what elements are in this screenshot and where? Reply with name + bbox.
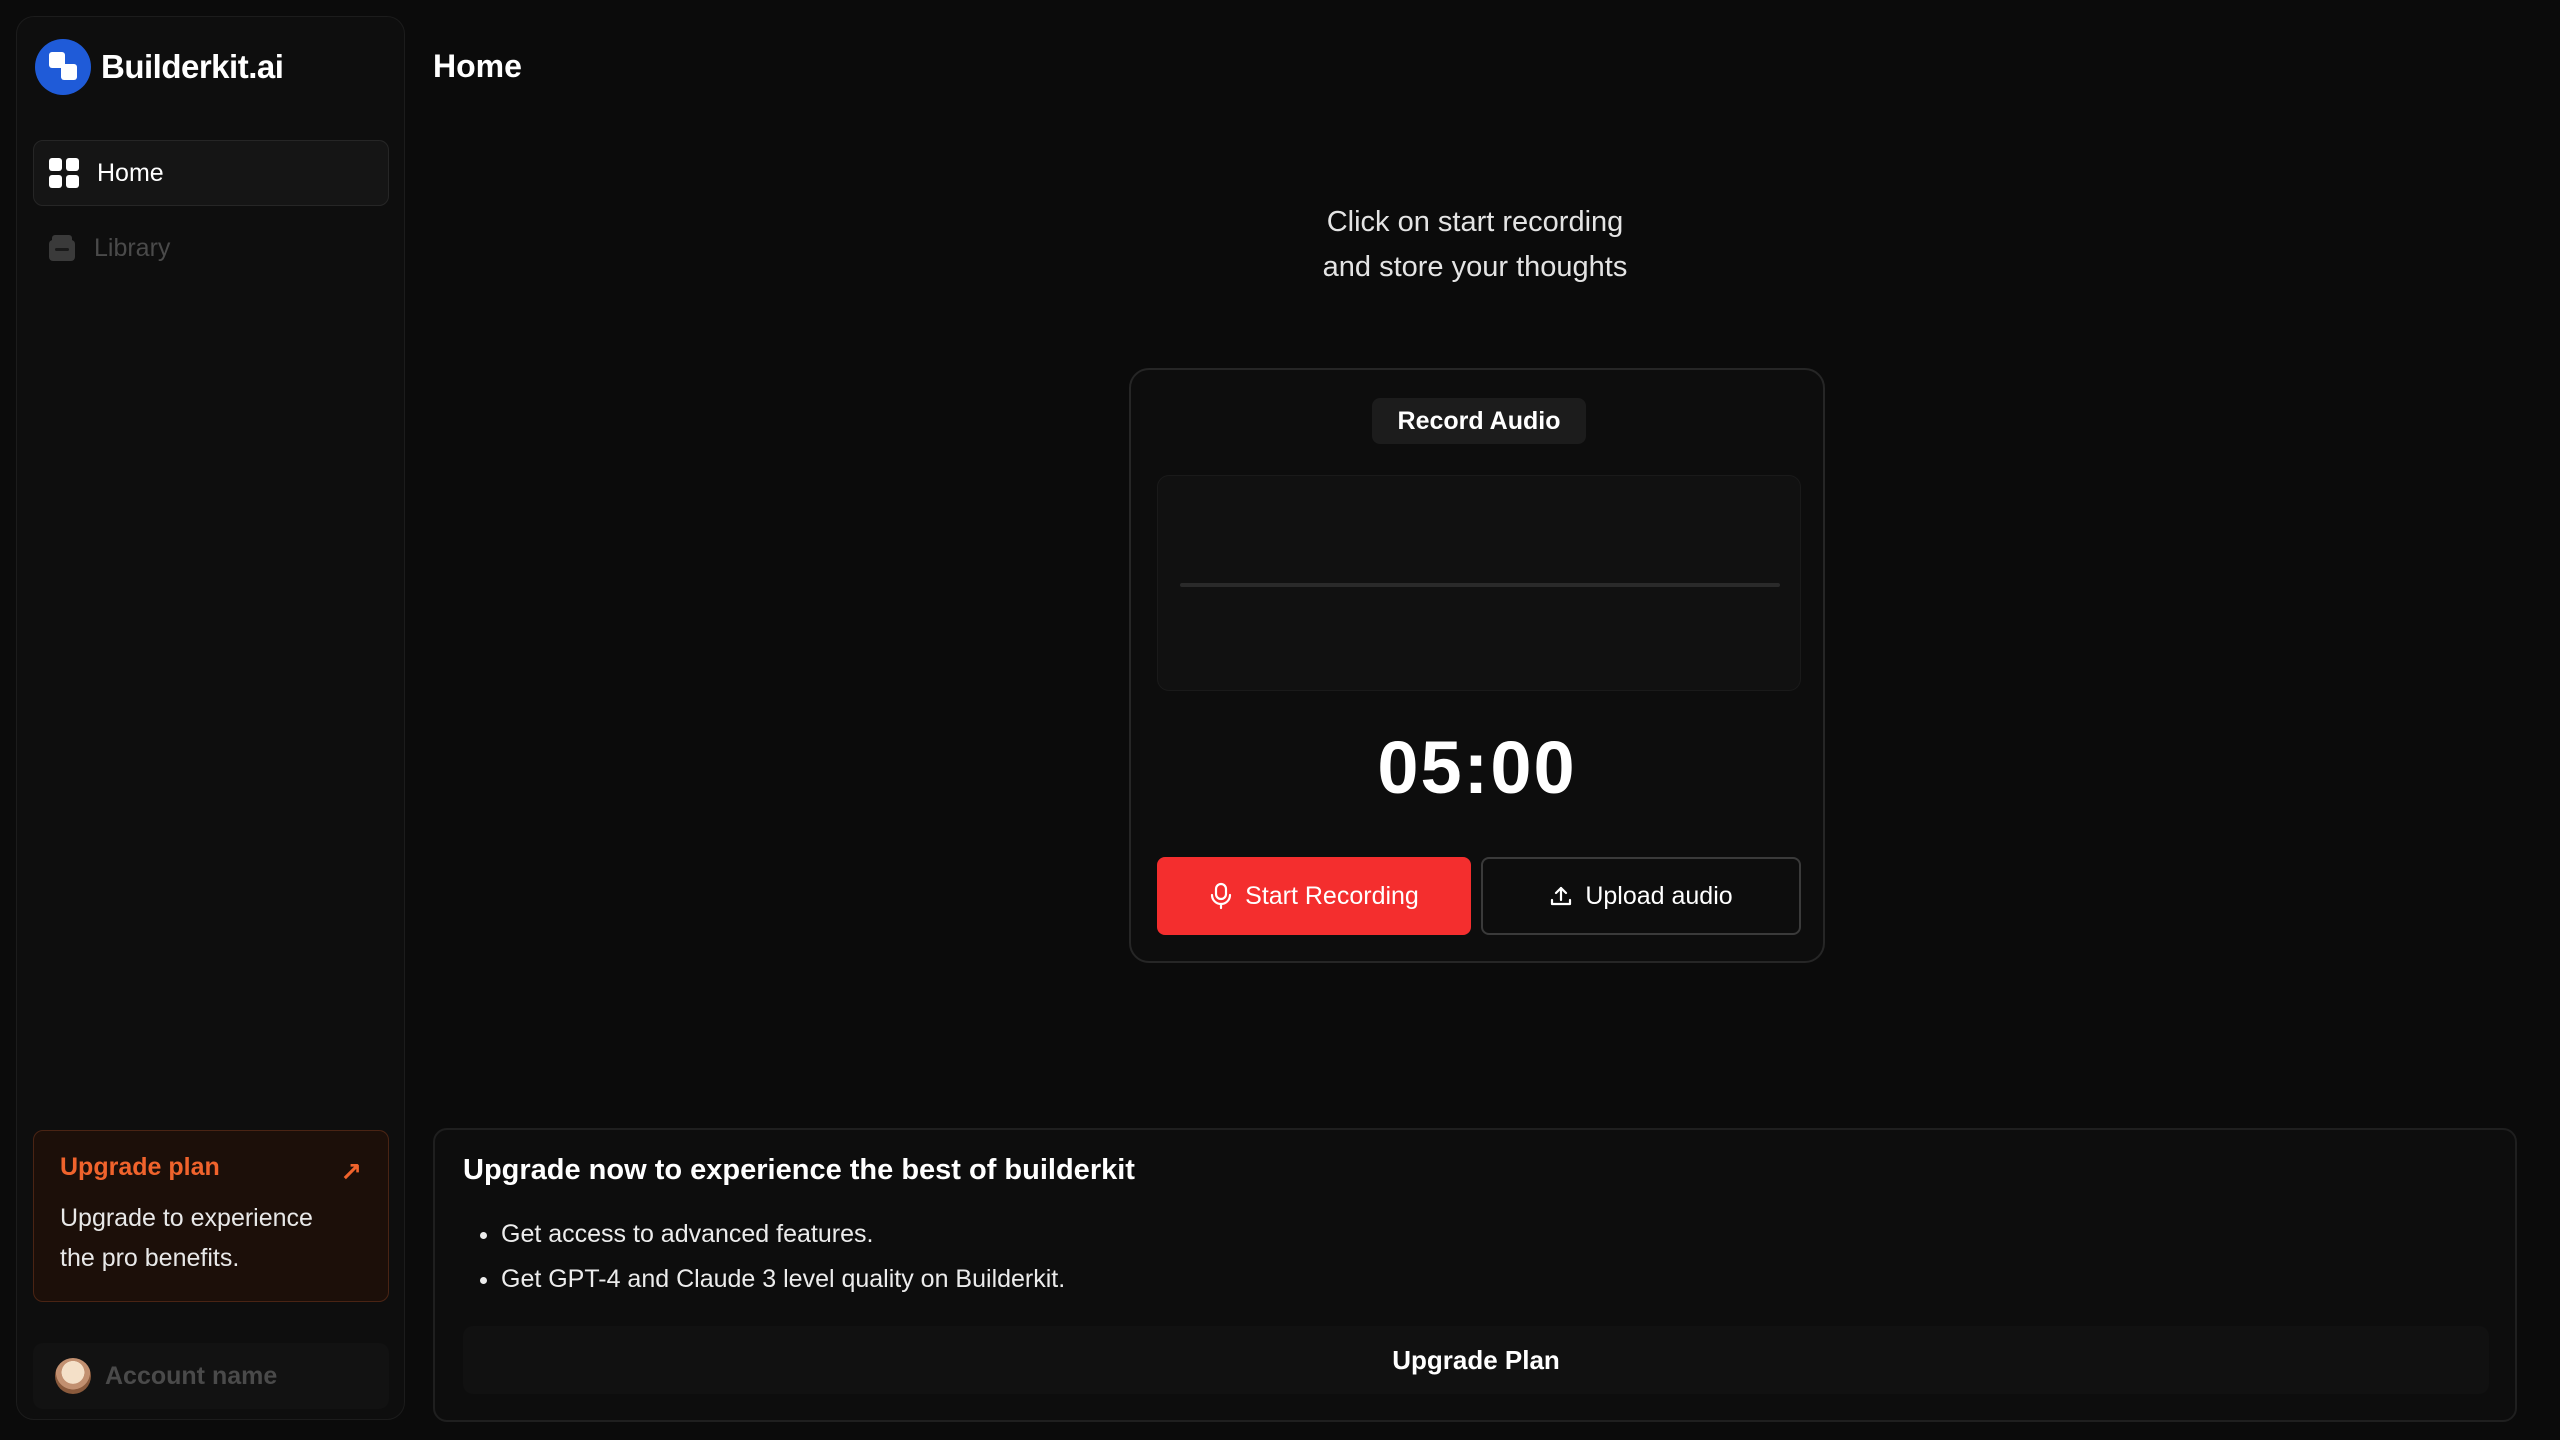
page-title: Home: [433, 48, 522, 84]
upgrade-plan-title: Upgrade plan: [60, 1153, 220, 1181]
sidebar-item-label: Home: [97, 158, 164, 187]
list-item: Get access to advanced features.: [501, 1212, 1065, 1257]
waveform-line: [1180, 583, 1780, 587]
record-audio-badge: Record Audio: [1372, 398, 1586, 444]
sidebar-item-home[interactable]: Home: [33, 140, 389, 206]
archive-icon: [48, 234, 76, 262]
waveform-display: [1157, 475, 1801, 691]
prompt-line-2: and store your thoughts: [1322, 251, 1628, 283]
account-button[interactable]: Account name: [33, 1343, 389, 1409]
record-audio-card: Record Audio 05:00 Start Recording Uploa…: [1129, 368, 1825, 963]
builderkit-logo-icon: [35, 39, 91, 95]
sidebar: Builderkit.ai Home Library Upgrade plan …: [16, 16, 405, 1420]
upload-audio-label: Upload audio: [1585, 881, 1733, 910]
sidebar-item-library[interactable]: Library: [33, 215, 389, 281]
upload-icon: [1551, 886, 1572, 906]
brand-name: Builderkit.ai: [101, 48, 284, 85]
upload-audio-button[interactable]: Upload audio: [1481, 857, 1801, 935]
avatar: [55, 1358, 91, 1394]
list-item: Get GPT-4 and Claude 3 level quality on …: [501, 1257, 1065, 1302]
grid-icon: [49, 158, 79, 188]
brand[interactable]: Builderkit.ai: [35, 39, 284, 95]
sidebar-item-label: Library: [94, 233, 171, 262]
upgrade-plan-card[interactable]: Upgrade plan ↗ Upgrade to experience the…: [33, 1130, 389, 1302]
promo-benefits-list: Get access to advanced features. Get GPT…: [475, 1212, 1065, 1302]
arrow-up-right-icon: ↗: [340, 1157, 362, 1187]
account-name: Account name: [105, 1361, 278, 1390]
upgrade-promo-panel: Upgrade now to experience the best of bu…: [433, 1128, 2517, 1422]
timer: 05:00: [1377, 726, 1577, 809]
start-recording-button[interactable]: Start Recording: [1157, 857, 1471, 935]
prompt-line-1: Click on start recording: [1326, 206, 1624, 238]
microphone-icon: [1211, 882, 1232, 910]
start-recording-label: Start Recording: [1245, 881, 1419, 910]
recording-prompt: Click on start recording and store your …: [1040, 200, 1910, 290]
upgrade-plan-description: Upgrade to experience the pro benefits.: [60, 1204, 313, 1272]
upgrade-plan-button[interactable]: Upgrade Plan: [463, 1326, 2489, 1394]
promo-title: Upgrade now to experience the best of bu…: [463, 1154, 1135, 1186]
